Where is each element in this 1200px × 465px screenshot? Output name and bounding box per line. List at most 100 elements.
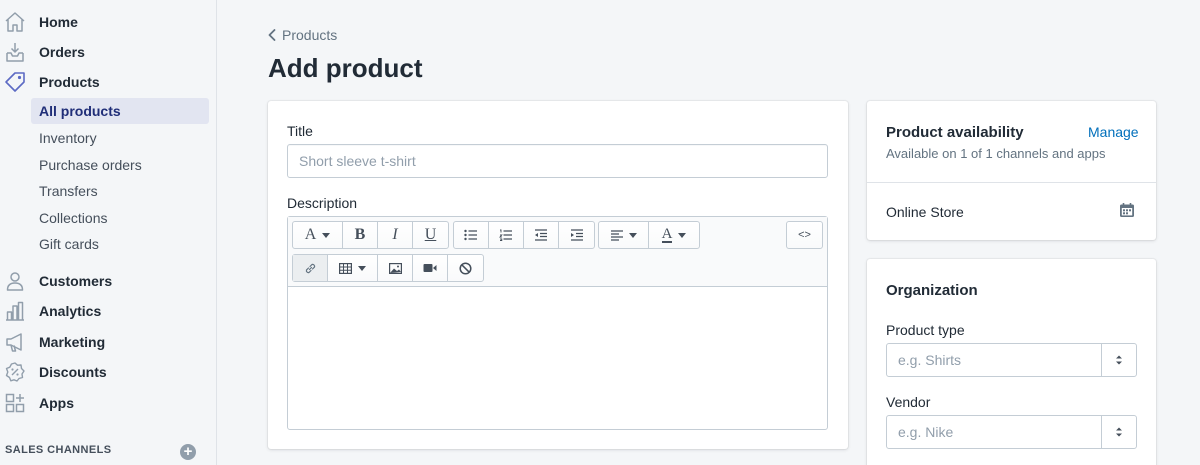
clear-formatting-button[interactable]: [448, 255, 483, 281]
chevron-down-icon: [628, 232, 637, 238]
sidebar: Home Orders Products All products Invent…: [0, 0, 217, 465]
bold-button[interactable]: B: [343, 222, 378, 248]
organization-card: Organization Product type Vendor: [867, 259, 1156, 465]
numbered-list-button[interactable]: [489, 222, 524, 248]
sidebar-item-customers[interactable]: Customers: [0, 266, 217, 296]
sidebar-subitem-transfers[interactable]: Transfers: [31, 178, 209, 204]
chevron-down-icon: [322, 232, 331, 238]
insert-table-button[interactable]: [328, 255, 378, 281]
bullet-list-button[interactable]: [454, 222, 489, 248]
bar-chart-icon: [6, 301, 24, 321]
channel-name: Online Store: [886, 204, 964, 220]
vendor-combobox: [886, 415, 1137, 449]
select-arrows-icon: [1116, 355, 1122, 365]
sidebar-subitem-inventory[interactable]: Inventory: [31, 125, 209, 151]
sidebar-item-label: Apps: [39, 395, 74, 411]
link-icon: [305, 263, 315, 273]
list-group: [453, 221, 595, 249]
sidebar-item-label: Products: [39, 74, 100, 90]
editor-toolbar: A B I U A <>: [288, 217, 827, 287]
alignment-group: A: [598, 221, 700, 249]
italic-button[interactable]: I: [378, 222, 413, 248]
product-type-label: Product type: [886, 322, 965, 338]
manage-link[interactable]: Manage: [1088, 124, 1139, 140]
sidebar-item-orders[interactable]: Orders: [0, 37, 217, 67]
apps-icon: [5, 393, 25, 413]
sidebar-item-label: Discounts: [39, 364, 107, 380]
text-color-icon: A: [661, 226, 673, 243]
page-title: Add product: [268, 53, 423, 83]
availability-heading: Product availability: [886, 124, 1024, 141]
add-sales-channel-icon[interactable]: +: [180, 444, 196, 460]
product-type-dropdown-button[interactable]: [1101, 344, 1136, 376]
video-icon: [423, 264, 437, 272]
calendar-icon[interactable]: [1119, 202, 1135, 218]
sidebar-item-label: Home: [39, 14, 78, 30]
outdent-icon: [535, 229, 547, 241]
align-left-icon: [610, 229, 623, 241]
sidebar-subitem-gift-cards[interactable]: Gift cards: [31, 231, 209, 257]
font-style-button[interactable]: A: [293, 222, 343, 248]
sidebar-subitem-purchase-orders[interactable]: Purchase orders: [31, 152, 209, 178]
sidebar-item-marketing[interactable]: Marketing: [0, 327, 217, 357]
chevron-down-icon: [678, 232, 687, 238]
description-label: Description: [287, 195, 358, 211]
show-html-button[interactable]: <>: [787, 222, 822, 248]
organization-heading: Organization: [886, 282, 978, 299]
product-details-card: Title Description A B I U: [268, 101, 848, 449]
underline-button[interactable]: U: [413, 222, 448, 248]
discount-icon: [5, 362, 25, 382]
megaphone-icon: [6, 333, 22, 352]
indent-icon: [570, 229, 583, 241]
insert-link-button[interactable]: [293, 255, 328, 281]
chevron-down-icon: [358, 265, 366, 271]
font-icon: A: [304, 226, 317, 243]
sidebar-item-products[interactable]: Products: [0, 67, 217, 97]
sidebar-subitem-all-products[interactable]: All products: [31, 98, 209, 124]
product-type-input[interactable]: [887, 344, 1102, 376]
text-style-group: A B I U: [292, 221, 449, 249]
sidebar-item-label: Orders: [39, 44, 85, 60]
tag-icon: [5, 72, 25, 92]
vendor-label: Vendor: [886, 394, 931, 410]
title-input[interactable]: [287, 144, 828, 178]
sidebar-item-label: Marketing: [39, 334, 106, 350]
sidebar-item-analytics[interactable]: Analytics: [0, 296, 217, 326]
numbered-list-icon: [499, 229, 512, 241]
outdent-button[interactable]: [524, 222, 559, 248]
insert-image-button[interactable]: [378, 255, 413, 281]
sales-channels-heading: SALES CHANNELS: [5, 444, 112, 456]
image-icon: [388, 262, 402, 274]
indent-button[interactable]: [559, 222, 594, 248]
sidebar-item-discounts[interactable]: Discounts: [0, 357, 217, 387]
chevron-left-icon: [268, 29, 276, 41]
sidebar-item-label: Customers: [39, 273, 113, 289]
product-availability-card: Product availability Manage Available on…: [867, 101, 1156, 240]
breadcrumb[interactable]: Products: [268, 26, 337, 44]
text-color-button[interactable]: A: [649, 222, 699, 248]
align-button[interactable]: [599, 222, 649, 248]
sidebar-subitem-collections[interactable]: Collections: [31, 205, 209, 231]
rich-text-editor: A B I U A <>: [287, 216, 828, 430]
product-type-combobox: [886, 343, 1137, 377]
sidebar-item-label: Analytics: [39, 303, 102, 319]
html-group: <>: [786, 221, 823, 249]
title-label: Title: [287, 123, 313, 139]
sidebar-item-apps[interactable]: Apps: [0, 388, 217, 418]
insert-group: [292, 254, 484, 282]
availability-summary: Available on 1 of 1 channels and apps: [886, 146, 1106, 161]
insert-video-button[interactable]: [413, 255, 448, 281]
vendor-input[interactable]: [887, 416, 1102, 448]
block-icon: [459, 261, 472, 275]
breadcrumb-label: Products: [282, 27, 338, 43]
select-arrows-icon: [1116, 427, 1122, 437]
sidebar-item-home[interactable]: Home: [0, 7, 217, 37]
person-icon: [6, 272, 24, 291]
divider: [867, 182, 1156, 183]
home-icon: [5, 12, 25, 32]
vendor-dropdown-button[interactable]: [1101, 416, 1136, 448]
table-icon: [339, 262, 352, 274]
orders-icon: [6, 43, 24, 62]
bullet-list-icon: [464, 229, 477, 241]
description-editor-area[interactable]: [288, 287, 827, 429]
